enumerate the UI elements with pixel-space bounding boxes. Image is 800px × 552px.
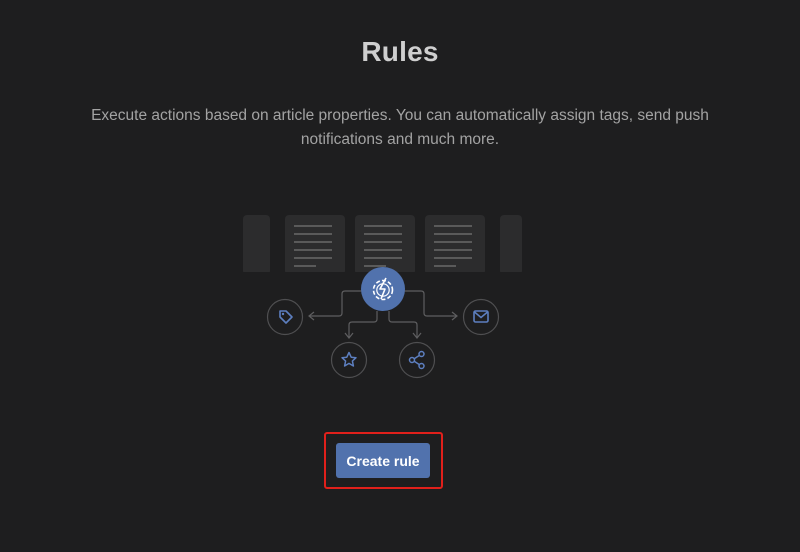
tag-icon [266, 298, 304, 336]
create-rule-button[interactable]: Create rule [336, 443, 430, 478]
article-card [285, 215, 345, 275]
star-icon [330, 341, 368, 379]
mail-icon [462, 298, 500, 336]
article-card [355, 215, 415, 275]
article-card [425, 215, 485, 275]
article-card-partial-left [243, 215, 270, 275]
article-card-partial-right [500, 215, 522, 275]
share-icon [398, 341, 436, 379]
rule-gear-lightning-icon [361, 267, 405, 311]
